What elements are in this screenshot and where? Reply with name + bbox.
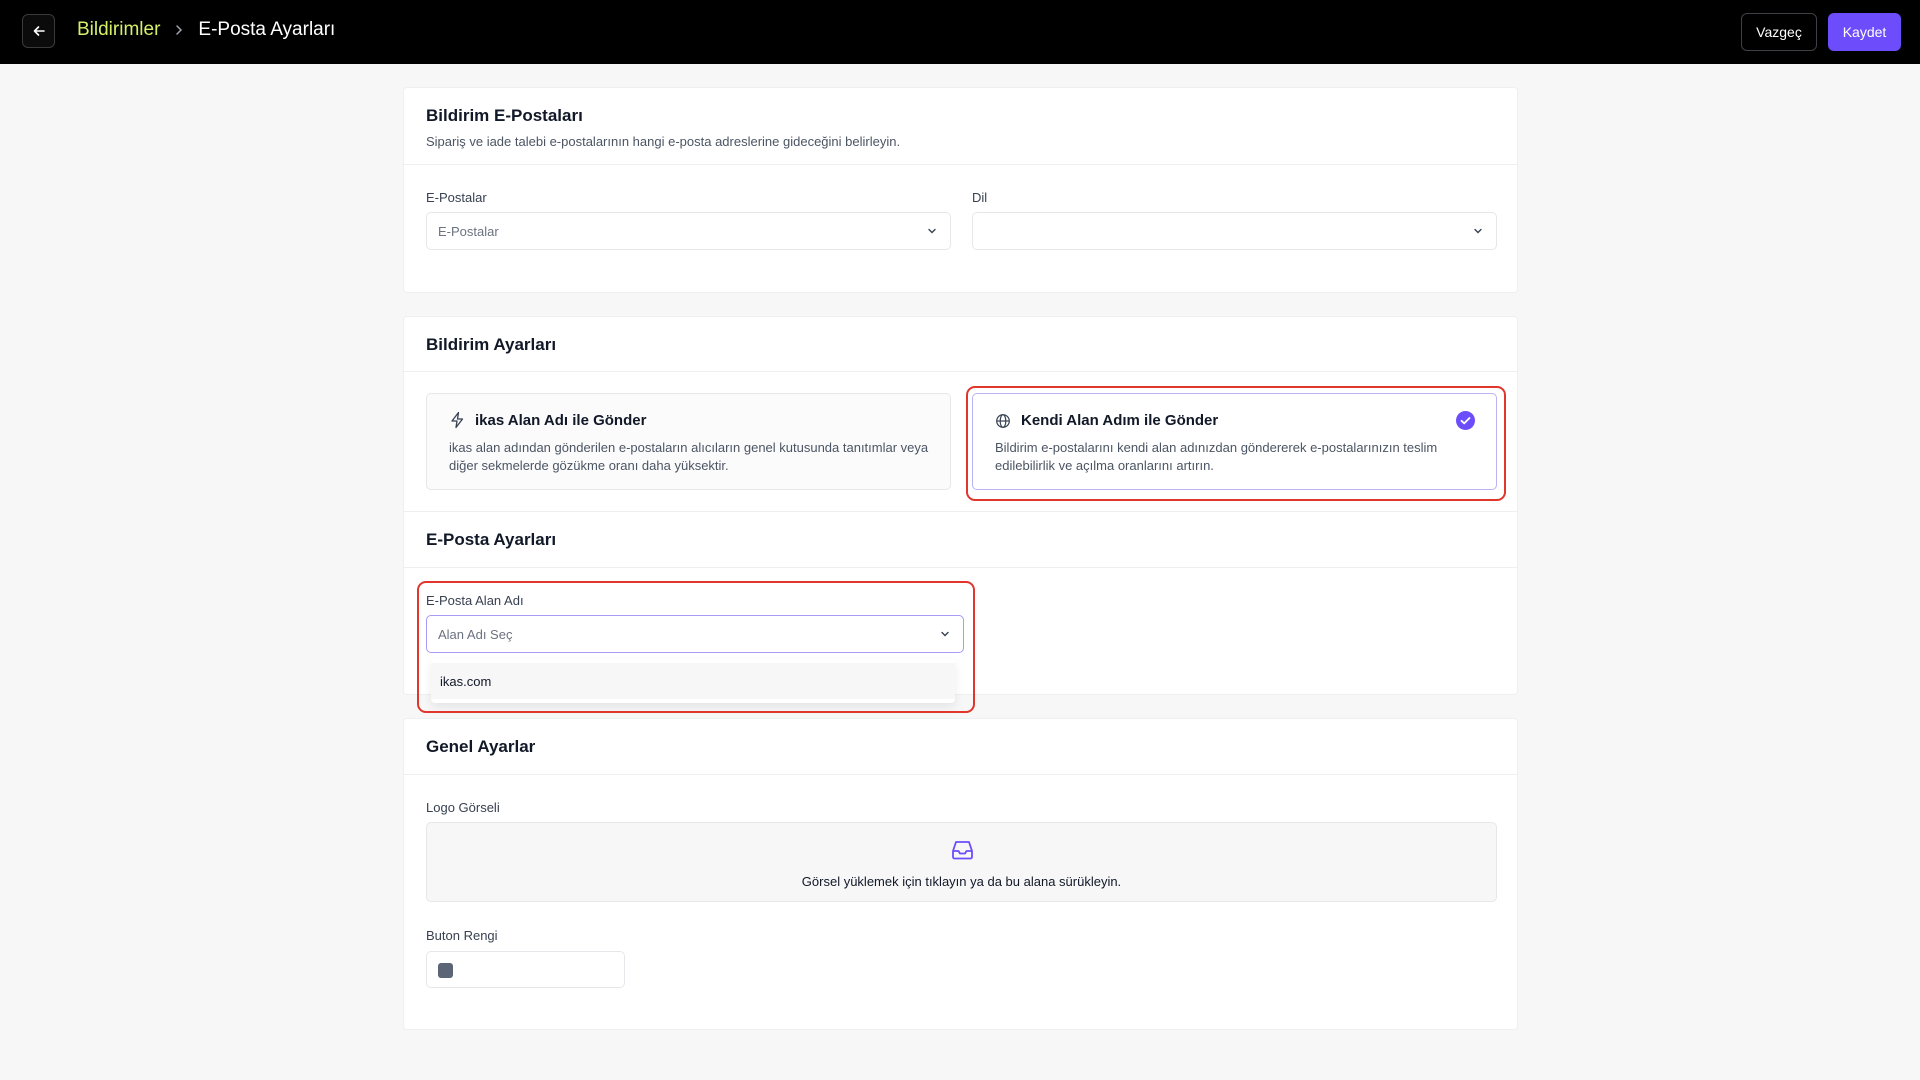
language-select[interactable]: [972, 212, 1497, 250]
top-bar: Bildirimler E-Posta Ayarları Vazgeç Kayd…: [0, 0, 1920, 64]
upload-instructions: Görsel yüklemek için tıklayın ya da bu a…: [801, 874, 1122, 889]
button-color-picker[interactable]: [426, 951, 625, 988]
emails-select-placeholder: E-Postalar: [438, 223, 499, 239]
inbox-icon: [952, 841, 973, 860]
check-circle-icon: [1456, 411, 1475, 430]
divider: [404, 164, 1517, 165]
notification-settings-card: Bildirim Ayarları ikas Alan Adı ile Gönd…: [403, 316, 1518, 695]
chevron-right-icon: [174, 24, 184, 36]
email-domain-placeholder: Alan Adı Seç: [438, 626, 513, 642]
globe-icon: [996, 414, 1010, 428]
logo-label: Logo Görseli: [426, 800, 500, 815]
card-title: Bildirim Ayarları: [426, 335, 557, 354]
card-description: Sipariş ve iade talebi e-postalarının ha…: [426, 134, 901, 149]
button-color-label: Buton Rengi: [426, 928, 498, 943]
card-title: Genel Ayarlar: [426, 737, 536, 756]
divider: [404, 371, 1517, 372]
general-settings-card: Genel Ayarlar Logo Görseli Görsel yüklem…: [403, 718, 1518, 1030]
divider: [404, 511, 1517, 512]
breadcrumb: Bildirimler E-Posta Ayarları: [77, 19, 335, 41]
card-title: Bildirim E-Postaları: [426, 106, 583, 125]
color-swatch[interactable]: [438, 963, 453, 978]
emails-select[interactable]: E-Postalar: [426, 212, 951, 250]
divider: [404, 567, 1517, 568]
chevron-down-icon: [941, 631, 949, 637]
page-title: E-Posta Ayarları: [198, 19, 336, 40]
breadcrumb-parent-link[interactable]: Bildirimler: [77, 19, 160, 41]
chevron-down-icon: [1474, 228, 1482, 234]
option-description: Bildirim e-postalarını kendi alan adınız…: [995, 440, 1438, 473]
logo-upload-dropzone[interactable]: Görsel yüklemek için tıklayın ya da bu a…: [426, 822, 1497, 902]
option-description: ikas alan adından gönderilen e-postaları…: [449, 440, 929, 473]
send-with-ikas-domain-option[interactable]: ikas Alan Adı ile Gönder ikas alan adınd…: [426, 393, 951, 490]
emails-label: E-Postalar: [426, 190, 487, 205]
email-domain-label: E-Posta Alan Adı: [426, 593, 524, 608]
divider: [404, 774, 1517, 775]
arrow-left-icon: [33, 26, 45, 36]
email-domain-dropdown: ikas.com: [431, 659, 955, 703]
save-button[interactable]: Kaydet: [1828, 13, 1901, 51]
notification-emails-card: Bildirim E-Postaları Sipariş ve iade tal…: [403, 87, 1518, 293]
dropdown-option-ikas-com[interactable]: ikas.com: [431, 663, 955, 699]
chevron-down-icon: [928, 228, 936, 234]
email-domain-select[interactable]: Alan Adı Seç: [426, 615, 964, 653]
send-with-own-domain-option[interactable]: Kendi Alan Adım ile Gönder Bildirim e-po…: [972, 393, 1497, 490]
email-settings-title: E-Posta Ayarları: [426, 530, 557, 549]
option-title: Kendi Alan Adım ile Gönder: [1021, 412, 1219, 429]
option-title: ikas Alan Adı ile Gönder: [475, 412, 647, 429]
cancel-button[interactable]: Vazgeç: [1741, 13, 1817, 51]
language-label: Dil: [972, 190, 988, 205]
lightning-icon: [451, 411, 464, 429]
back-button[interactable]: [22, 14, 55, 48]
